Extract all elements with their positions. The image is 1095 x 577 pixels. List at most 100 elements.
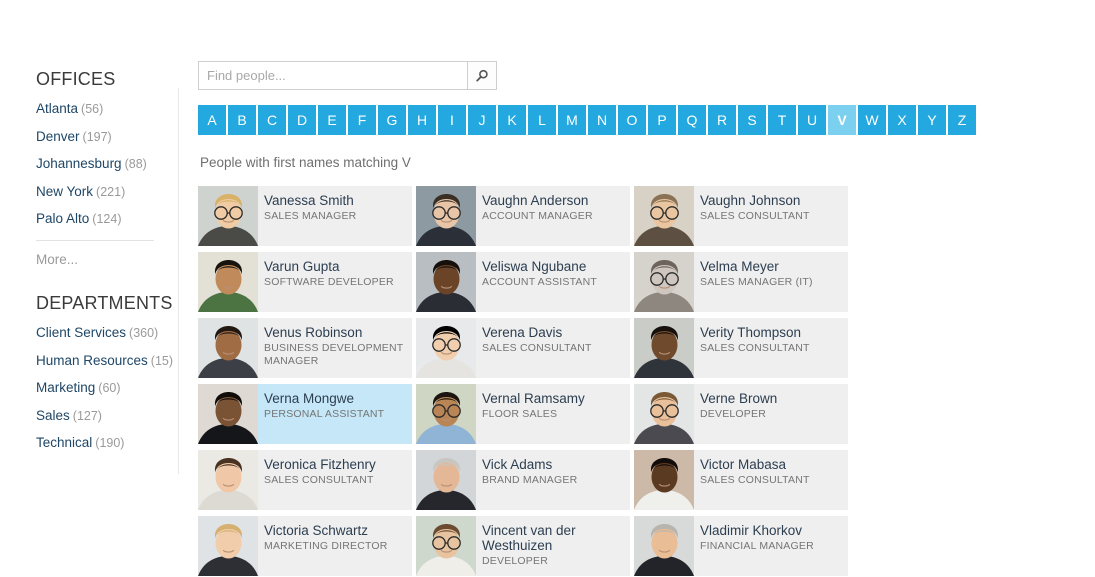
person-card[interactable]: Vladimir Khorkov FINANCIAL MANAGER [634,516,848,576]
department-label: Human Resources [36,352,148,368]
person-card[interactable]: Velma Meyer SALES MANAGER (IT) [634,252,848,312]
person-name: Verne Brown [700,391,778,406]
sidebar-item-office[interactable]: New York (221) [36,184,188,213]
person-name: Verena Davis [482,325,563,340]
person-name: Vincent van der Westhuizen [482,523,576,553]
person-name: Vernal Ramsamy [482,391,585,406]
alpha-tile-s[interactable]: S [738,105,766,135]
person-card[interactable]: Verne Brown DEVELOPER [634,384,848,444]
sidebar-item-office[interactable]: Palo Alto (124) [36,212,188,240]
person-avatar [198,186,258,246]
alpha-tile-a[interactable]: A [198,105,226,135]
alpha-tile-i[interactable]: I [438,105,466,135]
person-avatar [416,384,476,444]
department-label: Technical [36,435,93,450]
alpha-tile-e[interactable]: E [318,105,346,135]
person-job-title: ACCOUNT ASSISTANT [482,276,598,288]
person-avatar [198,450,258,510]
person-card[interactable]: Vincent van der Westhuizen DEVELOPER [416,516,630,576]
person-info: Verna Mongwe PERSONAL ASSISTANT [258,384,412,421]
alpha-tile-r[interactable]: R [708,105,736,135]
person-card[interactable]: Vick Adams BRAND MANAGER [416,450,630,510]
person-card[interactable]: Venus Robinson BUSINESS DEVELOPMENT MANAG… [198,318,412,378]
alpha-tile-y[interactable]: Y [918,105,946,135]
alpha-tile-d[interactable]: D [288,105,316,135]
sidebar-item-office[interactable]: Johannesburg (88) [36,157,188,185]
person-name: Venus Robinson [264,325,363,340]
person-name: Veliswa Ngubane [482,259,587,274]
person-card[interactable]: Vaughn Anderson ACCOUNT MANAGER [416,186,630,246]
offices-more-link[interactable]: More... [36,252,154,281]
alpha-tile-u[interactable]: U [798,105,826,135]
person-card[interactable]: Verena Davis SALES CONSULTANT [416,318,630,378]
person-card[interactable]: Varun Gupta SOFTWARE DEVELOPER [198,252,412,312]
person-job-title: DEVELOPER [482,555,548,567]
alpha-tile-p[interactable]: P [648,105,676,135]
alpha-tile-w[interactable]: W [858,105,886,135]
person-info: Vernal Ramsamy FLOOR SALES [476,384,630,421]
sidebar-item-department[interactable]: Sales (127) [36,408,188,437]
search-input[interactable] [198,61,467,90]
alpha-tile-j[interactable]: J [468,105,496,135]
search-bar [198,61,497,90]
sidebar: OFFICES Atlanta (56) Denver (197) Johannes… [0,70,188,472]
office-label: Palo Alto [36,211,90,226]
person-card[interactable]: Veronica Fitzhenry SALES CONSULTANT [198,450,412,510]
person-card[interactable]: Vanessa Smith SALES MANAGER [198,186,412,246]
alpha-tile-x[interactable]: X [888,105,916,135]
office-count: (124) [92,212,122,226]
person-card[interactable]: Victor Mabasa SALES CONSULTANT [634,450,848,510]
alpha-tile-c[interactable]: C [258,105,286,135]
person-avatar [198,252,258,312]
person-job-title: FLOOR SALES [482,408,558,420]
person-info: Varun Gupta SOFTWARE DEVELOPER [258,252,412,289]
people-directory-page: OFFICES Atlanta (56) Denver (197) Johannes… [0,0,1095,577]
sidebar-item-office[interactable]: Atlanta (56) [36,102,188,130]
person-job-title: SALES CONSULTANT [700,210,810,222]
alphabet-filter: ABCDEFGHIJKLMNOPQRSTUVWXYZ [198,105,976,135]
person-name: Vaughn Johnson [700,193,801,208]
person-card[interactable]: Vernal Ramsamy FLOOR SALES [416,384,630,444]
alpha-tile-o[interactable]: O [618,105,646,135]
person-job-title: MARKETING DIRECTOR [264,540,388,552]
person-info: Vanessa Smith SALES MANAGER [258,186,412,223]
alpha-tile-b[interactable]: B [228,105,256,135]
person-avatar [416,516,476,576]
person-name: Verna Mongwe [264,391,355,406]
departments-heading: DEPARTMENTS [36,293,173,313]
office-count: (88) [124,157,147,171]
person-card[interactable]: Victoria Schwartz MARKETING DIRECTOR [198,516,412,576]
alpha-tile-m[interactable]: M [558,105,586,135]
search-button[interactable] [467,61,497,90]
alpha-tile-n[interactable]: N [588,105,616,135]
person-job-title: DEVELOPER [700,408,766,420]
person-job-title: SOFTWARE DEVELOPER [264,276,394,288]
sidebar-item-office[interactable]: Denver (197) [36,129,188,158]
alpha-tile-f[interactable]: F [348,105,376,135]
person-card[interactable]: Verna Mongwe PERSONAL ASSISTANT [198,384,412,444]
person-info: Vaughn Anderson ACCOUNT MANAGER [476,186,630,223]
sidebar-item-department[interactable]: Technical (190) [36,436,188,464]
alpha-tile-v[interactable]: V [828,105,856,135]
alpha-tile-h[interactable]: H [408,105,436,135]
sidebar-item-department[interactable]: Human Resources (15) [36,352,188,382]
alpha-tile-k[interactable]: K [498,105,526,135]
sidebar-item-department[interactable]: Client Services (360) [36,326,188,354]
alpha-tile-g[interactable]: G [378,105,406,135]
person-card[interactable]: Veliswa Ngubane ACCOUNT ASSISTANT [416,252,630,312]
department-count: (360) [129,326,159,340]
person-avatar [634,384,694,444]
offices-list: Atlanta (56) Denver (197) Johannesburg (88)… [36,102,188,240]
person-card[interactable]: Vaughn Johnson SALES CONSULTANT [634,186,848,246]
person-card[interactable]: Verity Thompson SALES CONSULTANT [634,318,848,378]
sidebar-item-department[interactable]: Marketing (60) [36,381,188,409]
alpha-tile-l[interactable]: L [528,105,556,135]
department-label: Marketing [36,380,96,395]
alpha-tile-t[interactable]: T [768,105,796,135]
person-info: Velma Meyer SALES MANAGER (IT) [694,252,848,289]
person-info: Vaughn Johnson SALES CONSULTANT [694,186,848,223]
person-info: Veliswa Ngubane ACCOUNT ASSISTANT [476,252,630,289]
person-job-title: BUSINESS DEVELOPMENT MANAGER [264,342,404,367]
alpha-tile-z[interactable]: Z [948,105,976,135]
alpha-tile-q[interactable]: Q [678,105,706,135]
